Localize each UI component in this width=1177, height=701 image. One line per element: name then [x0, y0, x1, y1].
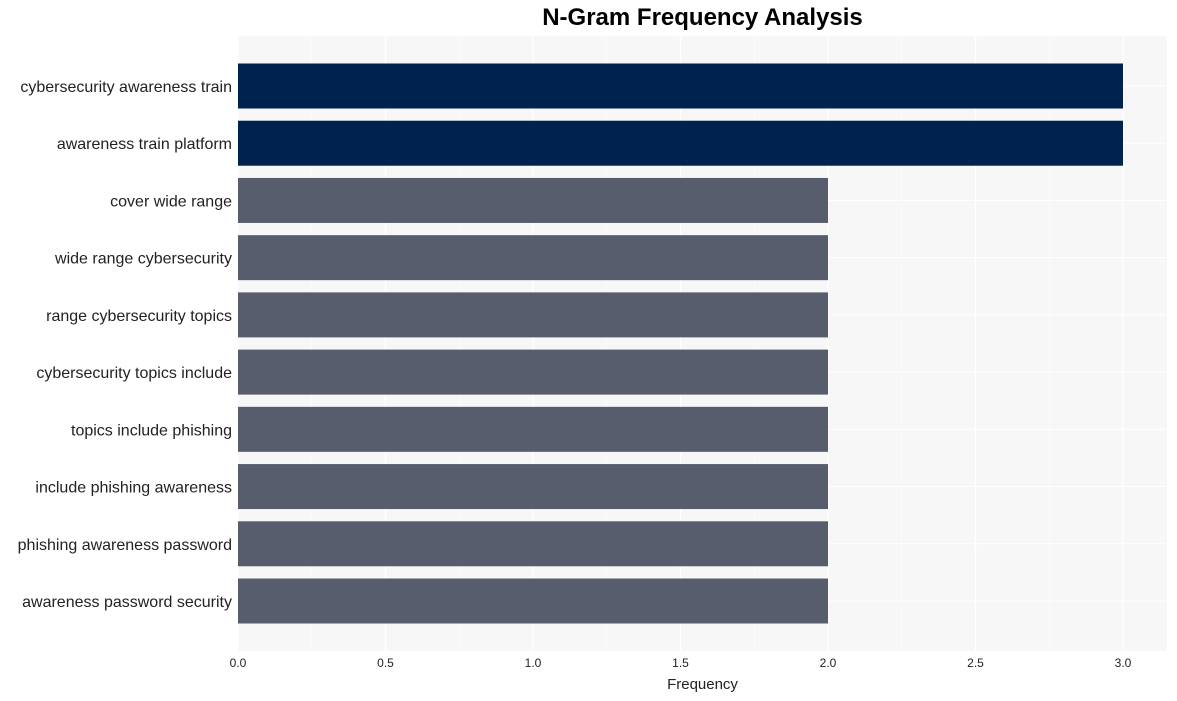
y-tick-label: cybersecurity awareness train	[20, 79, 232, 96]
y-tick-label: awareness password security	[22, 594, 232, 611]
y-tick-label: topics include phishing	[71, 422, 232, 439]
bar	[238, 578, 828, 624]
bar	[238, 521, 828, 567]
y-tick-label: wide range cybersecurity	[54, 251, 232, 268]
y-tick-label: cover wide range	[110, 193, 232, 210]
x-tick-label: 0.0	[230, 656, 247, 670]
x-tick-label: 0.5	[377, 656, 394, 670]
bar	[238, 63, 1123, 109]
y-tick-label: cybersecurity topics include	[36, 365, 232, 382]
y-tick-label: phishing awareness password	[18, 537, 232, 554]
x-tick-label: 3.0	[1115, 656, 1132, 670]
x-tick-label: 1.0	[525, 656, 542, 670]
bar	[238, 120, 1123, 166]
x-tick-label: 2.0	[820, 656, 837, 670]
y-axis-labels: cybersecurity awareness train awareness t…	[18, 79, 232, 611]
y-tick-label: awareness train platform	[57, 136, 232, 153]
x-axis-ticks: 0.0 0.5 1.0 1.5 2.0 2.5 3.0	[230, 656, 1132, 670]
y-tick-label: range cybersecurity topics	[46, 308, 232, 325]
x-tick-label: 2.5	[967, 656, 984, 670]
bar	[238, 235, 828, 281]
bar	[238, 464, 828, 510]
bar	[238, 292, 828, 338]
bar-chart: cybersecurity awareness train awareness t…	[18, 36, 1167, 693]
y-tick-label: include phishing awareness	[35, 480, 232, 497]
x-axis-label: Frequency	[667, 676, 738, 693]
bar	[238, 177, 828, 223]
bar	[238, 349, 828, 395]
x-tick-label: 1.5	[672, 656, 689, 670]
bar	[238, 406, 828, 452]
